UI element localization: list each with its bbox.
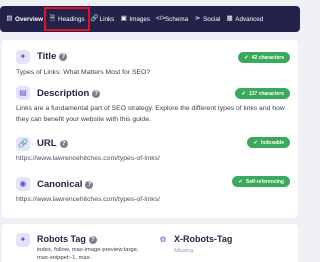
badge-label: 42 characters (251, 54, 284, 61)
x-robots-value: Missing (174, 248, 194, 254)
share-icon: ⋗ (194, 14, 201, 22)
badge-label: Self-referencing (245, 178, 284, 185)
description-icon: ▤ (16, 86, 30, 100)
tab-label: Images (129, 15, 150, 23)
description-value: Links are a fundamental part of SEO stra… (16, 105, 285, 123)
canonical-value: https://www.lawrencehitches.com/types-of… (16, 196, 160, 203)
tab-bar: ▤ Overview 🗎 Headings 🔗 Links ▣ Images <… (0, 6, 300, 32)
check-icon: ✔ (241, 90, 246, 97)
status-badge: ✔ 42 characters (238, 52, 290, 63)
check-icon: ✔ (244, 54, 249, 61)
canonical-icon: ◉ (16, 177, 30, 191)
overview-icon: ▤ (6, 14, 13, 22)
url-value: https://www.lawrencehitches.com/types-of… (16, 155, 160, 162)
tab-label: Social (203, 15, 221, 23)
section-title: Description (37, 88, 90, 99)
check-icon: ✔ (253, 139, 258, 146)
check-icon: ✔ (238, 178, 243, 185)
tab-social[interactable]: ⋗ Social (191, 9, 223, 29)
link-icon: 🔗 (90, 14, 99, 22)
tag-icon: ✦ (16, 50, 30, 64)
tab-links[interactable]: 🔗 Links (88, 9, 118, 29)
link-icon: 🔗 (16, 137, 30, 151)
robots-value: index, follow, max-image-preview:large, … (37, 247, 139, 261)
section-title: URL (37, 138, 57, 149)
section-title: X-Robots-Tag (174, 234, 233, 244)
section-title: Canonical (37, 179, 83, 190)
status-badge: ✔ 137 characters (235, 88, 290, 99)
badge-label: Indexable (260, 139, 284, 146)
tags-icon: ✦ (16, 233, 30, 247)
tab-advanced[interactable]: ▦ Advanced (223, 9, 266, 29)
settings-icon: ⚙ (159, 235, 167, 244)
title-value: Types of Links: What Matters Most for SE… (16, 69, 151, 76)
tab-label: Links (99, 15, 115, 23)
status-badge: ✔ Indexable (247, 137, 290, 148)
tab-label: Schema (164, 15, 189, 23)
section-title: Robots Tag (37, 234, 86, 244)
grid-icon: ▦ (226, 14, 233, 22)
status-badge: ✔ Self-referencing (232, 176, 290, 187)
info-icon[interactable]: ? (92, 90, 101, 98)
tab-headings[interactable]: 🗎 Headings (44, 7, 90, 31)
image-icon: ▣ (120, 14, 127, 22)
tab-label: Headings (58, 15, 85, 23)
badge-label: 137 characters (248, 90, 284, 97)
tab-label: Overview (15, 15, 44, 23)
info-icon[interactable]: ? (88, 236, 97, 244)
robots-card: ✦ Robots Tag? index, follow, max-image-p… (2, 224, 298, 262)
code-icon: </> (155, 14, 166, 22)
info-icon[interactable]: ? (85, 181, 94, 189)
info-icon[interactable]: ? (59, 140, 68, 148)
document-icon: 🗎 (49, 14, 56, 22)
info-icon[interactable]: ? (59, 53, 68, 61)
tab-schema[interactable]: </> Schema (153, 9, 191, 29)
tab-images[interactable]: ▣ Images (117, 9, 153, 29)
meta-info-card: ✦ Title? ✔ 42 characters Types of Links:… (2, 40, 298, 218)
tab-label: Advanced (235, 15, 264, 23)
section-title: Title (37, 51, 57, 62)
tab-overview[interactable]: ▤ Overview (3, 9, 46, 29)
